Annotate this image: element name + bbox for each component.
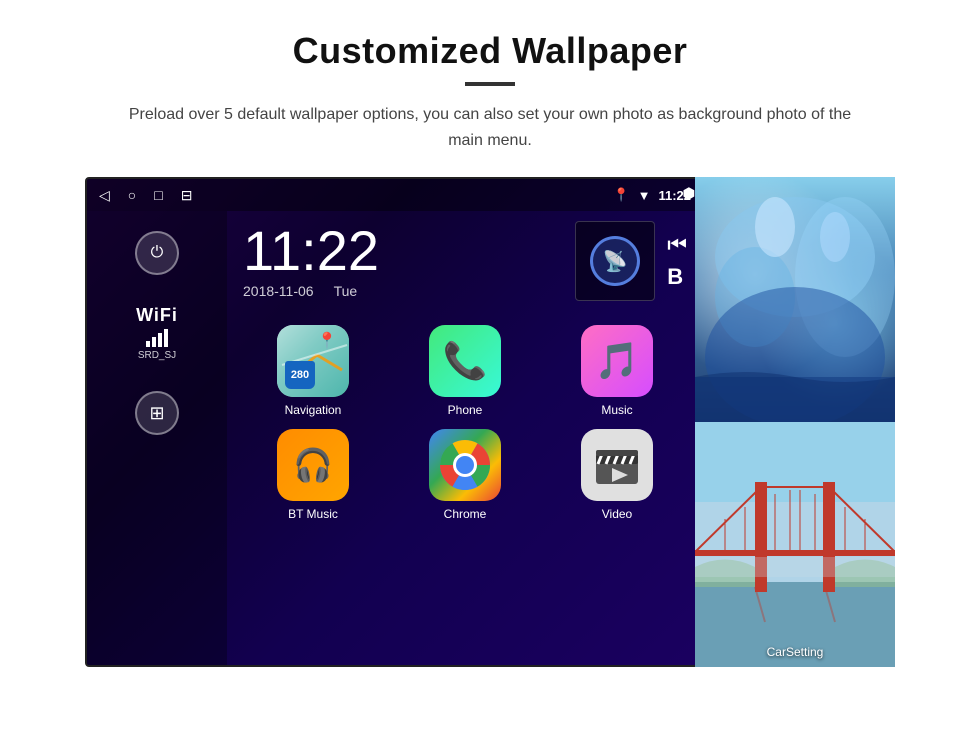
page-title: Customized Wallpaper	[293, 30, 688, 72]
track-b-label: B	[667, 264, 687, 290]
wifi-widget[interactable]: WiFi SRD_SJ	[136, 305, 178, 361]
status-bar-left: ◁ ○ □ ⊟	[99, 187, 192, 204]
page-description: Preload over 5 default wallpaper options…	[110, 102, 870, 153]
power-icon: ⏻	[151, 244, 164, 262]
app-item-video[interactable]: Video	[547, 429, 687, 521]
clock-block: 11:22 2018-11-06 Tue	[243, 223, 379, 299]
navigation-icon: 280 📍	[277, 325, 349, 397]
power-button[interactable]: ⏻	[135, 231, 179, 275]
app-item-bt-music[interactable]: 🎧 ⬢ BT Music	[243, 429, 383, 521]
bridge-detail	[695, 422, 895, 667]
clock-day-value: Tue	[334, 283, 358, 299]
wallpaper-thumbnails: CarSetting	[695, 177, 895, 667]
wifi-bars	[146, 329, 168, 347]
wifi-bar-4	[164, 329, 168, 347]
clock-date: 2018-11-06 Tue	[243, 283, 379, 299]
app-item-phone[interactable]: 📞 Phone	[395, 325, 535, 417]
home-icon[interactable]: ○	[128, 187, 136, 203]
music-icon: 🎵	[581, 325, 653, 397]
media-icon-box[interactable]: 📡	[575, 221, 655, 301]
nav-pin-icon: 📍	[317, 331, 337, 351]
chrome-icon	[429, 429, 501, 501]
nav-shield-badge: 280	[285, 361, 315, 389]
page-container: Customized Wallpaper Preload over 5 defa…	[0, 0, 980, 749]
phone-icon: 📞	[429, 325, 501, 397]
video-label: Video	[602, 507, 632, 521]
wifi-bar-1	[146, 341, 150, 347]
media-controls: ⏮ B	[667, 232, 687, 290]
media-icon-inner: 📡	[590, 236, 640, 286]
ice-svg	[695, 177, 895, 422]
location-icon: 📍	[613, 187, 629, 203]
status-bar-right: 📍 ▼ 11:22	[613, 187, 691, 203]
bluetooth-symbol: ⬢	[683, 185, 695, 202]
center-content: 11:22 2018-11-06 Tue 📡	[227, 211, 703, 667]
music-label: Music	[601, 403, 632, 417]
grid-icon: ⊞	[149, 403, 164, 424]
bluetooth-signal-icon: 📡	[603, 249, 628, 274]
chrome-logo-svg	[440, 440, 490, 490]
signal-icon: ▼	[638, 188, 651, 203]
left-sidebar: ⏻ WiFi SRD_SJ ⊞	[87, 211, 227, 667]
bt-music-icon: 🎧 ⬢	[277, 429, 349, 501]
clock-date-value: 2018-11-06	[243, 283, 314, 299]
video-icon	[581, 429, 653, 501]
phone-label: Phone	[448, 403, 483, 417]
recents-icon[interactable]: □	[154, 187, 162, 203]
navigation-label: Navigation	[285, 403, 342, 417]
wallpaper-thumb-ice[interactable]	[695, 177, 895, 422]
screenshot-icon[interactable]: ⊟	[181, 187, 193, 204]
title-divider	[465, 82, 515, 86]
android-screen-wrapper: ◁ ○ □ ⊟ 📍 ▼ 11:22 ⏻	[85, 177, 895, 667]
app-item-navigation[interactable]: 280 📍 Navigation	[243, 325, 383, 417]
chrome-label: Chrome	[444, 507, 487, 521]
app-item-music[interactable]: 🎵 Music	[547, 325, 687, 417]
media-area: 📡 ⏮ B	[575, 221, 687, 301]
main-area: ⏻ WiFi SRD_SJ ⊞	[87, 211, 703, 667]
clock-area: 11:22 2018-11-06 Tue 📡	[243, 221, 687, 301]
video-clapperboard-svg	[592, 440, 642, 490]
app-grid: 280 📍 Navigation 📞 Phone	[243, 325, 687, 521]
wifi-bar-2	[152, 337, 156, 347]
app-item-chrome[interactable]: Chrome	[395, 429, 535, 521]
wallpaper-thumb-bridge[interactable]: CarSetting	[695, 422, 895, 667]
bt-music-label: BT Music	[288, 507, 338, 521]
wifi-label: WiFi	[136, 305, 178, 326]
status-bar: ◁ ○ □ ⊟ 📍 ▼ 11:22	[87, 179, 703, 211]
clock-time: 11:22	[243, 223, 379, 279]
phone-symbol: 📞	[443, 340, 488, 382]
bluetooth-headphones-symbol: 🎧	[293, 446, 333, 484]
wifi-ssid: SRD_SJ	[138, 350, 176, 361]
music-symbol: 🎵	[595, 340, 640, 382]
carsetting-label[interactable]: CarSetting	[695, 645, 895, 659]
android-screen: ◁ ○ □ ⊟ 📍 ▼ 11:22 ⏻	[85, 177, 705, 667]
apps-button[interactable]: ⊞	[135, 391, 179, 435]
wifi-bar-3	[158, 333, 162, 347]
bridge-svg	[695, 422, 895, 667]
prev-track-icon[interactable]: ⏮	[667, 232, 687, 258]
back-icon[interactable]: ◁	[99, 187, 110, 204]
